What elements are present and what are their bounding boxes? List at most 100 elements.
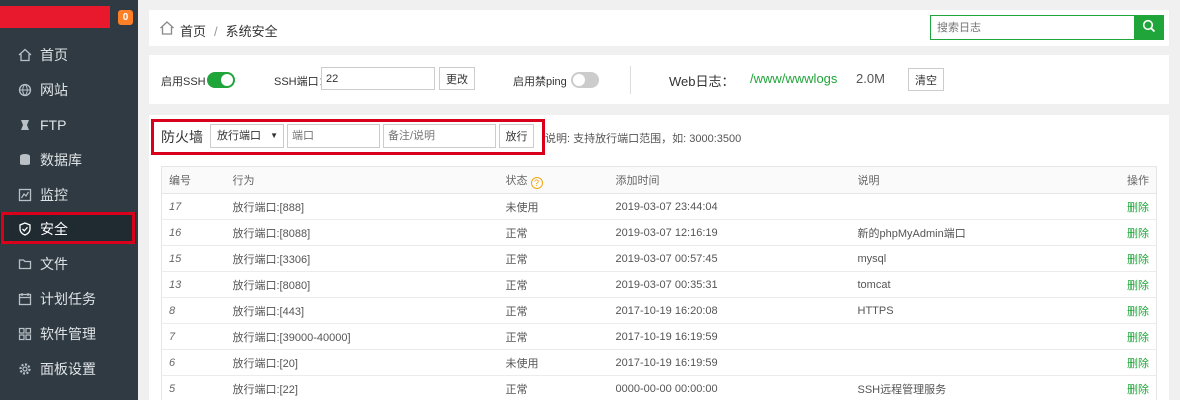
sidebar-item-label: 数据库 xyxy=(40,151,82,168)
cell-id: 6 xyxy=(161,349,233,376)
delete-link[interactable]: 删除 xyxy=(1097,375,1157,400)
weblog-path[interactable]: /www/wwwlogs xyxy=(750,71,837,86)
sidebar-item-ftp[interactable]: FTP xyxy=(0,107,138,142)
cell-time: 2017-10-19 16:19:59 xyxy=(615,323,858,350)
cell-action: 放行端口:[888] xyxy=(232,193,506,220)
search-icon xyxy=(1142,19,1156,33)
cell-action: 放行端口:[3306] xyxy=(232,245,506,272)
cell-action: 放行端口:[20] xyxy=(232,349,506,376)
gear-icon xyxy=(19,362,31,375)
log-search-input[interactable] xyxy=(930,15,1135,40)
delete-link[interactable]: 删除 xyxy=(1097,297,1157,324)
cell-status: 正常 xyxy=(505,219,616,246)
breadcrumb-current: 系统安全 xyxy=(225,24,278,39)
cell-id: 7 xyxy=(161,323,233,350)
cell-desc: mysql xyxy=(857,245,1098,272)
header-id: 编号 xyxy=(161,166,233,194)
breadcrumb-separator: / xyxy=(214,24,218,39)
delete-link[interactable]: 删除 xyxy=(1097,271,1157,298)
cell-time: 2019-03-07 12:16:19 xyxy=(615,219,858,246)
database-icon xyxy=(20,153,30,165)
cell-status: 未使用 xyxy=(505,349,616,376)
weblog-size: 2.0M xyxy=(856,71,885,86)
header-status: 状态? xyxy=(505,166,616,194)
calendar-icon xyxy=(18,292,32,305)
firewall-panel: 防火墙 放行端口 ▼ 放行 说明: 支持放行端口范围，如: 3000:3500 … xyxy=(149,115,1169,400)
sidebar-item-label: 监控 xyxy=(40,186,68,203)
shield-icon xyxy=(19,221,31,236)
cell-time: 2019-03-07 23:44:04 xyxy=(615,193,858,220)
cell-desc: 新的phpMyAdmin端口 xyxy=(857,219,1098,246)
top-bar: 首页 / 系统安全 xyxy=(149,10,1169,46)
sidebar-item-database[interactable]: 数据库 xyxy=(0,142,138,177)
cell-time: 0000-00-00 00:00:00 xyxy=(615,375,858,400)
ping-toggle[interactable] xyxy=(571,72,599,88)
table-row: 5 放行端口:[22] 正常 0000-00-00 00:00:00 SSH远程… xyxy=(161,375,1157,400)
cell-status: 正常 xyxy=(505,245,616,272)
breadcrumb-home[interactable]: 首页 xyxy=(180,24,206,39)
table-row: 13 放行端口:[8080] 正常 2019-03-07 00:35:31 to… xyxy=(161,271,1157,298)
cell-time: 2017-10-19 16:19:59 xyxy=(615,349,858,376)
delete-link[interactable]: 删除 xyxy=(1097,193,1157,220)
table-row: 17 放行端口:[888] 未使用 2019-03-07 23:44:04 删除 xyxy=(161,193,1157,220)
cell-time: 2017-10-19 16:20:08 xyxy=(615,297,858,324)
search-button[interactable] xyxy=(1134,15,1164,40)
grid-icon xyxy=(18,327,32,340)
cell-status: 未使用 xyxy=(505,193,616,220)
cell-action: 放行端口:[39000-40000] xyxy=(232,323,506,350)
cell-desc: HTTPS xyxy=(857,297,1098,324)
sidebar-item-label: 安全 xyxy=(40,220,68,237)
cell-desc xyxy=(857,323,1098,350)
cell-desc xyxy=(857,349,1098,376)
firewall-rules-table: 编号 行为 状态? 添加时间 说明 操作 17 放行端口:[888] 未使用 2… xyxy=(161,166,1157,400)
delete-link[interactable]: 删除 xyxy=(1097,245,1157,272)
table-row: 6 放行端口:[20] 未使用 2017-10-19 16:19:59 删除 xyxy=(161,349,1157,376)
sidebar-item-label: 网站 xyxy=(40,81,68,98)
header-action: 行为 xyxy=(232,166,506,194)
sidebar-item-website[interactable]: 网站 xyxy=(0,72,138,107)
cell-id: 17 xyxy=(161,193,233,220)
help-icon[interactable]: ? xyxy=(530,176,543,189)
change-port-button[interactable]: 更改 xyxy=(439,67,475,90)
delete-link[interactable]: 删除 xyxy=(1097,219,1157,246)
globe-icon xyxy=(18,83,32,96)
cell-action: 放行端口:[8080] xyxy=(232,271,506,298)
ssh-toggle[interactable] xyxy=(207,72,235,88)
table-row: 7 放行端口:[39000-40000] 正常 2017-10-19 16:19… xyxy=(161,323,1157,350)
home-icon[interactable] xyxy=(159,20,175,36)
sidebar-item-software[interactable]: 软件管理 xyxy=(0,316,138,351)
cell-time: 2019-03-07 00:35:31 xyxy=(615,271,858,298)
sidebar-item-files[interactable]: 文件 xyxy=(0,246,138,281)
cell-id: 15 xyxy=(161,245,233,272)
cell-desc xyxy=(857,193,1098,220)
cell-action: 放行端口:[443] xyxy=(232,297,506,324)
clear-logs-button[interactable]: 清空 xyxy=(908,68,944,91)
sidebar-item-monitor[interactable]: 监控 xyxy=(0,177,138,212)
table-row: 16 放行端口:[8088] 正常 2019-03-07 12:16:19 新的… xyxy=(161,219,1157,246)
delete-link[interactable]: 删除 xyxy=(1097,323,1157,350)
sidebar-item-security[interactable]: 安全 xyxy=(0,211,138,246)
brand-logo[interactable] xyxy=(0,6,110,28)
sidebar-item-label: 首页 xyxy=(40,46,68,63)
sidebar-item-label: 面板设置 xyxy=(40,360,96,377)
notification-badge[interactable]: 0 xyxy=(118,10,133,25)
sidebar-item-panel-settings[interactable]: 面板设置 xyxy=(0,351,138,386)
sidebar-item-label: 文件 xyxy=(40,255,68,272)
home-icon xyxy=(18,48,32,61)
sidebar-item-home[interactable]: 首页 xyxy=(0,37,138,72)
settings-panel: 启用SSH SSH端口： 更改 启用禁ping Web日志： /www/wwwl… xyxy=(149,55,1169,104)
delete-link[interactable]: 删除 xyxy=(1097,349,1157,376)
cell-id: 13 xyxy=(161,271,233,298)
ssh-label: 启用SSH xyxy=(161,76,206,88)
header-time: 添加时间 xyxy=(615,166,858,194)
cell-id: 8 xyxy=(161,297,233,324)
cell-action: 放行端口:[22] xyxy=(232,375,506,400)
ssh-port-input[interactable] xyxy=(321,67,435,90)
breadcrumb: 首页 / 系统安全 xyxy=(180,21,278,40)
sidebar: 0 首页 网站 FTP 数据库 监控 安全 文件 计划任务 软件管理 面板设置 xyxy=(0,0,138,400)
cell-status: 正常 xyxy=(505,375,616,400)
sidebar-item-cron[interactable]: 计划任务 xyxy=(0,281,138,316)
weblog-label: Web日志： xyxy=(669,74,735,89)
folder-icon xyxy=(18,258,32,269)
table-row: 8 放行端口:[443] 正常 2017-10-19 16:20:08 HTTP… xyxy=(161,297,1157,324)
